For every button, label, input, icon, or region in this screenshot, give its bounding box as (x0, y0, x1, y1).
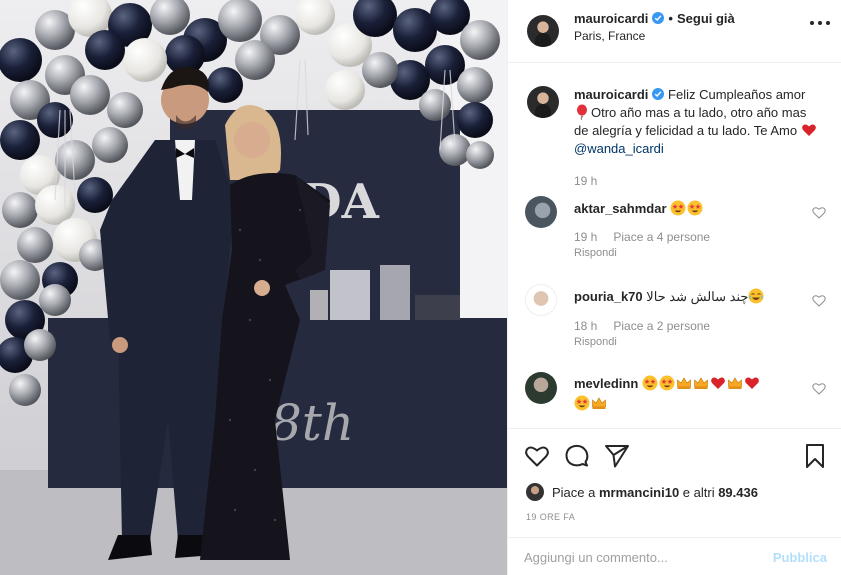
likes-count[interactable]: 89.436 (718, 485, 758, 500)
author-username[interactable]: mauroicardi (574, 11, 648, 26)
post-header: mauroicardi • Segui già Paris, France (508, 0, 841, 63)
likes-summary[interactable]: Piace a mrmancini10 e altri 89.436 (526, 483, 758, 501)
caption-mention-link[interactable]: @wanda_icardi (574, 141, 664, 156)
comment-likes[interactable]: Piace a 2 persone (613, 319, 710, 333)
separator-dot: • (668, 11, 673, 26)
more-options-icon[interactable] (810, 16, 830, 30)
post-side-panel: mauroicardi • Segui già Paris, France maur… (507, 0, 841, 575)
verified-badge-icon (652, 12, 665, 24)
comment-username[interactable]: pouria_k70 (574, 289, 643, 304)
star-struck-icon (574, 395, 590, 411)
comment-avatar[interactable] (525, 372, 557, 404)
crown-icon (728, 377, 742, 389)
post-action-bar (508, 428, 841, 488)
caption-text-part1: Feliz Cumpleaños amor (668, 87, 806, 102)
likes-suffix: e altri (679, 485, 719, 500)
crown-icon (694, 377, 708, 389)
reply-button[interactable]: Rispondi (574, 247, 794, 259)
caption-author-avatar[interactable] (522, 81, 564, 123)
publish-button[interactable]: Pubblica (773, 550, 827, 565)
post-caption: mauroicardi Feliz Cumpleaños amor Otro a… (574, 86, 824, 190)
liker-avatar (526, 483, 544, 501)
comment-time[interactable]: 18 h (574, 319, 597, 333)
party-photo-illustration: DA 8th (0, 0, 507, 575)
comment-text: چند سالش شد حالا (646, 289, 749, 304)
star-struck-icon (670, 200, 686, 216)
heart-icon (801, 124, 816, 136)
balloon-icon (577, 104, 587, 120)
heart-icon (745, 377, 759, 389)
like-comment-icon[interactable] (812, 294, 826, 307)
caption-time[interactable]: 19 h (574, 172, 824, 190)
comment-username[interactable]: mevledinn (574, 376, 638, 391)
heart-icon (711, 377, 725, 389)
star-struck-icon (659, 375, 675, 391)
comment-username[interactable]: aktar_sahmdar (574, 201, 667, 216)
header-user-line: mauroicardi • Segui già (574, 11, 735, 26)
crown-icon (677, 377, 691, 389)
verified-badge-icon (652, 88, 665, 100)
comment-likes[interactable]: Piace a 4 persone (613, 230, 710, 244)
comments-list[interactable]: mauroicardi Feliz Cumpleaños amor Otro a… (508, 64, 841, 428)
comment-item: aktar_sahmdar 19 h Piace a 4 persone Risp… (574, 200, 794, 259)
comment-avatar[interactable] (525, 284, 557, 316)
comment-item: pouria_k70 چند سالش شد حالا 18 h Piace a … (574, 288, 794, 348)
author-avatar[interactable] (522, 10, 564, 52)
comment-bubble-icon[interactable] (564, 443, 590, 469)
comment-avatar[interactable] (525, 196, 557, 228)
reply-button[interactable]: Rispondi (574, 336, 794, 348)
comment-item: mevledinn (574, 374, 794, 414)
like-comment-icon[interactable] (812, 206, 826, 219)
crown-icon (592, 397, 606, 409)
add-comment-input[interactable]: Aggiungi un commento... (524, 550, 668, 565)
add-comment-bar: Aggiungi un commento... Pubblica (508, 537, 841, 575)
caption-username[interactable]: mauroicardi (574, 87, 648, 102)
star-struck-icon (642, 375, 658, 391)
likes-prefix: Piace a (552, 485, 599, 500)
save-bookmark-icon[interactable] (802, 443, 828, 469)
post-timestamp[interactable]: 19 ORE FA (526, 512, 575, 522)
caption-text-part2: Otro año mas a tu lado, otro año mas de … (574, 105, 807, 138)
likes-user[interactable]: mrmancini10 (599, 485, 679, 500)
star-struck-icon (687, 200, 703, 216)
like-heart-icon[interactable] (524, 443, 550, 469)
location-link[interactable]: Paris, France (574, 29, 645, 43)
tears-of-joy-icon (748, 288, 764, 304)
table-number: 8th (270, 394, 354, 452)
share-paper-plane-icon[interactable] (604, 443, 630, 469)
like-comment-icon[interactable] (812, 382, 826, 395)
post-photo[interactable]: DA 8th (0, 0, 507, 575)
comment-time[interactable]: 19 h (574, 230, 597, 244)
follow-button[interactable]: Segui già (677, 11, 735, 26)
